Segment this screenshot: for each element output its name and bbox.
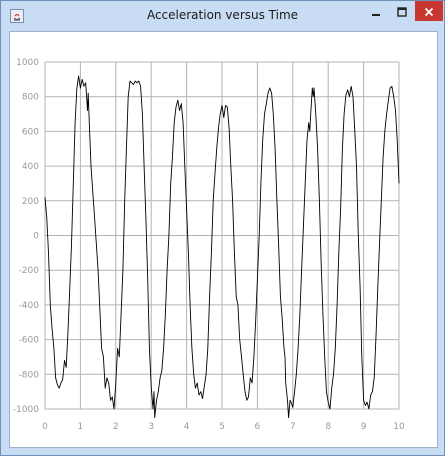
close-icon (424, 2, 434, 21)
x-tick-label: 5 (219, 422, 225, 432)
y-tick-label: -600 (19, 336, 40, 346)
x-axis-tick-labels: 0 1 2 3 4 5 6 7 8 9 10 (42, 422, 405, 432)
x-tick-label: 3 (148, 422, 154, 432)
x-tick-label: 10 (393, 422, 405, 432)
chart-panel: 1000 800 600 400 200 0 -200 -400 -600 -800 -1000 0… (9, 31, 438, 448)
app-window: Acceleration versus Time 1000 800 600 400 20… (0, 0, 445, 456)
minimize-icon (371, 2, 381, 21)
y-tick-label: -400 (19, 301, 40, 311)
y-tick-label: -1000 (13, 405, 39, 415)
x-tick-label: 2 (113, 422, 119, 432)
x-tick-label: 9 (361, 422, 367, 432)
y-tick-label: -800 (19, 370, 40, 380)
y-tick-label: 1000 (16, 58, 39, 68)
title-bar[interactable]: Acceleration versus Time (1, 1, 444, 31)
maximize-icon (397, 2, 407, 21)
y-tick-label: 400 (22, 162, 39, 172)
x-tick-label: 4 (184, 422, 190, 432)
x-tick-label: 6 (255, 422, 261, 432)
x-tick-label: 0 (42, 422, 48, 432)
acceleration-chart: 1000 800 600 400 200 0 -200 -400 -600 -800 -1000 0… (13, 58, 405, 432)
y-tick-label: 800 (22, 93, 39, 103)
y-tick-label: -200 (19, 266, 40, 276)
chart-grid (44, 61, 400, 410)
y-tick-label: 600 (22, 127, 39, 137)
x-tick-label: 7 (290, 422, 296, 432)
maximize-button[interactable] (389, 1, 415, 21)
minimize-button[interactable] (363, 1, 389, 21)
y-tick-label: 200 (22, 197, 39, 207)
close-button[interactable] (415, 1, 443, 21)
y-axis-tick-labels: 1000 800 600 400 200 0 -200 -400 -600 -800 -1000 (13, 58, 39, 415)
x-tick-label: 1 (78, 422, 84, 432)
x-tick-label: 8 (325, 422, 331, 432)
y-tick-label: 0 (33, 232, 39, 242)
